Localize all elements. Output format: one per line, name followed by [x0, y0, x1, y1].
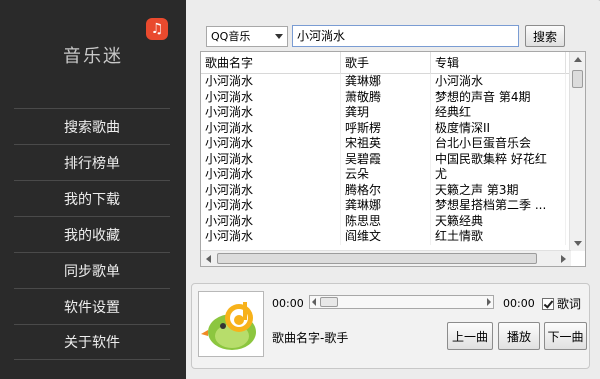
- artist-cell: 龚琳娜: [341, 74, 431, 90]
- artist-cell: 龚玥: [341, 105, 431, 121]
- column-header-album[interactable]: 专辑: [431, 52, 566, 74]
- artist-cell: 阎维文: [341, 229, 431, 245]
- table-row[interactable]: 小河淌水 呼斯楞 极度情深II: [201, 120, 585, 136]
- sidebar-item-search[interactable]: 搜索歌曲: [14, 108, 170, 144]
- scroll-up-icon[interactable]: [574, 57, 582, 62]
- album-cell: 尤: [431, 167, 566, 183]
- table-row[interactable]: 小河淌水 吴碧霞 中国民歌集粹 好花红: [201, 151, 585, 167]
- song-cell: 小河淌水: [201, 120, 341, 136]
- sidebar: ♫ 音乐迷 搜索歌曲 排行榜单 我的下载 我的收藏 同步歌单 软件设置 关于软件: [0, 0, 186, 379]
- seek-forward-icon[interactable]: [487, 298, 491, 306]
- time-current: 00:00: [272, 297, 304, 310]
- artist-cell: 呼斯楞: [341, 120, 431, 136]
- results-list[interactable]: 歌曲名字 歌手 专辑 小河淌水 龚琳娜 小河淌水 小河淌水 萧敬腾 梦想的声音 第4期 小河…: [200, 51, 586, 267]
- table-row[interactable]: 小河淌水 龚琳娜 小河淌水: [201, 74, 585, 90]
- column-header-artist[interactable]: 歌手: [341, 52, 431, 74]
- artist-cell: 陈思思: [341, 213, 431, 229]
- progress-slider[interactable]: [309, 295, 494, 309]
- album-cell: 小河淌水: [431, 74, 566, 90]
- sidebar-item-favorites[interactable]: 我的收藏: [14, 216, 170, 252]
- scroll-down-icon[interactable]: [574, 241, 582, 246]
- hscroll-thumb[interactable]: [217, 253, 537, 264]
- artist-cell: 云朵: [341, 167, 431, 183]
- artist-cell: 萧敬腾: [341, 89, 431, 105]
- player-panel: 00:00 00:00 歌词 歌曲名字-歌手 上一曲 播放 下一曲: [191, 283, 590, 369]
- sidebar-item-sync-playlist[interactable]: 同步歌单: [14, 252, 170, 288]
- progress-thumb[interactable]: [320, 297, 338, 307]
- music-note-icon: ♫: [146, 18, 168, 40]
- album-cell: 中国民歌集粹 好花红: [431, 151, 566, 167]
- album-cell: 台北小巨蛋音乐会: [431, 136, 566, 152]
- play-button[interactable]: 播放: [498, 322, 540, 350]
- app-title: 音乐迷: [63, 46, 123, 67]
- album-cell: 红土情歌: [431, 229, 566, 245]
- artist-cell: 宋祖英: [341, 136, 431, 152]
- search-button[interactable]: 搜索: [525, 25, 565, 47]
- table-row[interactable]: 小河淌水 宋祖英 台北小巨蛋音乐会: [201, 136, 585, 152]
- song-cell: 小河淌水: [201, 182, 341, 198]
- scroll-thumb[interactable]: [572, 70, 583, 88]
- lyrics-label: 歌词: [557, 297, 582, 311]
- next-button[interactable]: 下一曲: [544, 322, 587, 350]
- search-input[interactable]: 小河淌水: [292, 25, 519, 47]
- table-row[interactable]: 小河淌水 云朵尤: [201, 167, 585, 183]
- table-row[interactable]: 小河淌水 陈思思 天籁经典: [201, 213, 585, 229]
- song-cell: 小河淌水: [201, 89, 341, 105]
- scroll-left-icon[interactable]: [206, 255, 211, 263]
- table-row[interactable]: 小河淌水 龚琳娜 梦想星搭档第二季 ...: [201, 198, 585, 214]
- lyrics-toggle[interactable]: 歌词: [542, 295, 581, 312]
- sidebar-item-downloads[interactable]: 我的下载: [14, 180, 170, 216]
- table-row[interactable]: 小河淌水 阎维文 红土情歌: [201, 229, 585, 245]
- album-cell: 天籁之声 第3期: [431, 182, 566, 198]
- song-cell: 小河淌水: [201, 213, 341, 229]
- column-header-song[interactable]: 歌曲名字: [201, 52, 341, 74]
- chevron-down-icon: [275, 33, 283, 39]
- song-cell: 小河淌水: [201, 151, 341, 167]
- artist-cell: 龚琳娜: [341, 198, 431, 214]
- prev-button[interactable]: 上一曲: [447, 322, 493, 350]
- album-cell: 梦想星搭档第二季 ...: [431, 198, 566, 214]
- source-select-value: QQ音乐: [211, 30, 251, 43]
- song-cell: 小河淌水: [201, 198, 341, 214]
- time-total: 00:00: [503, 297, 535, 310]
- song-cell: 小河淌水: [201, 74, 341, 90]
- table-row[interactable]: 小河淌水 萧敬腾 梦想的声音 第4期: [201, 89, 585, 105]
- artist-cell: 腾格尔: [341, 182, 431, 198]
- now-playing-label: 歌曲名字-歌手: [272, 331, 349, 345]
- sidebar-nav: 搜索歌曲 排行榜单 我的下载 我的收藏 同步歌单 软件设置 关于软件: [14, 108, 170, 360]
- song-cell: 小河淌水: [201, 167, 341, 183]
- search-bar: QQ音乐 小河淌水 搜索: [206, 25, 565, 47]
- sidebar-item-charts[interactable]: 排行榜单: [14, 144, 170, 180]
- lyrics-checkbox[interactable]: [542, 297, 554, 310]
- album-cell: 极度情深II: [431, 120, 566, 136]
- results-rows: 小河淌水 龚琳娜 小河淌水 小河淌水 萧敬腾 梦想的声音 第4期 小河淌水 龚玥 经典红 小河淌水…: [201, 74, 585, 247]
- table-row[interactable]: 小河淌水 龚玥 经典红: [201, 105, 585, 121]
- song-cell: 小河淌水: [201, 229, 341, 245]
- album-cell: 天籁经典: [431, 213, 566, 229]
- main-panel: QQ音乐 小河淌水 搜索 歌曲名字 歌手 专辑 小河淌水 龚琳娜 小河淌水 小河淌水萧…: [186, 0, 600, 379]
- album-cell: 经典红: [431, 105, 566, 121]
- sidebar-item-about[interactable]: 关于软件: [14, 324, 170, 360]
- album-art: [198, 291, 264, 357]
- table-row[interactable]: 小河淌水 腾格尔 天籁之声 第3期: [201, 182, 585, 198]
- song-cell: 小河淌水: [201, 136, 341, 152]
- bird-music-icon: [201, 302, 256, 350]
- scroll-right-icon[interactable]: [561, 255, 566, 263]
- corner-decoration: [550, 0, 600, 25]
- results-header: 歌曲名字 歌手 专辑: [201, 52, 585, 74]
- horizontal-scrollbar[interactable]: [201, 250, 571, 266]
- source-select[interactable]: QQ音乐: [206, 25, 288, 47]
- seek-back-icon[interactable]: [312, 298, 316, 306]
- artist-cell: 吴碧霞: [341, 151, 431, 167]
- song-cell: 小河淌水: [201, 105, 341, 121]
- album-cell: 梦想的声音 第4期: [431, 89, 566, 105]
- sidebar-item-settings[interactable]: 软件设置: [14, 288, 170, 324]
- vertical-scrollbar[interactable]: [569, 52, 585, 251]
